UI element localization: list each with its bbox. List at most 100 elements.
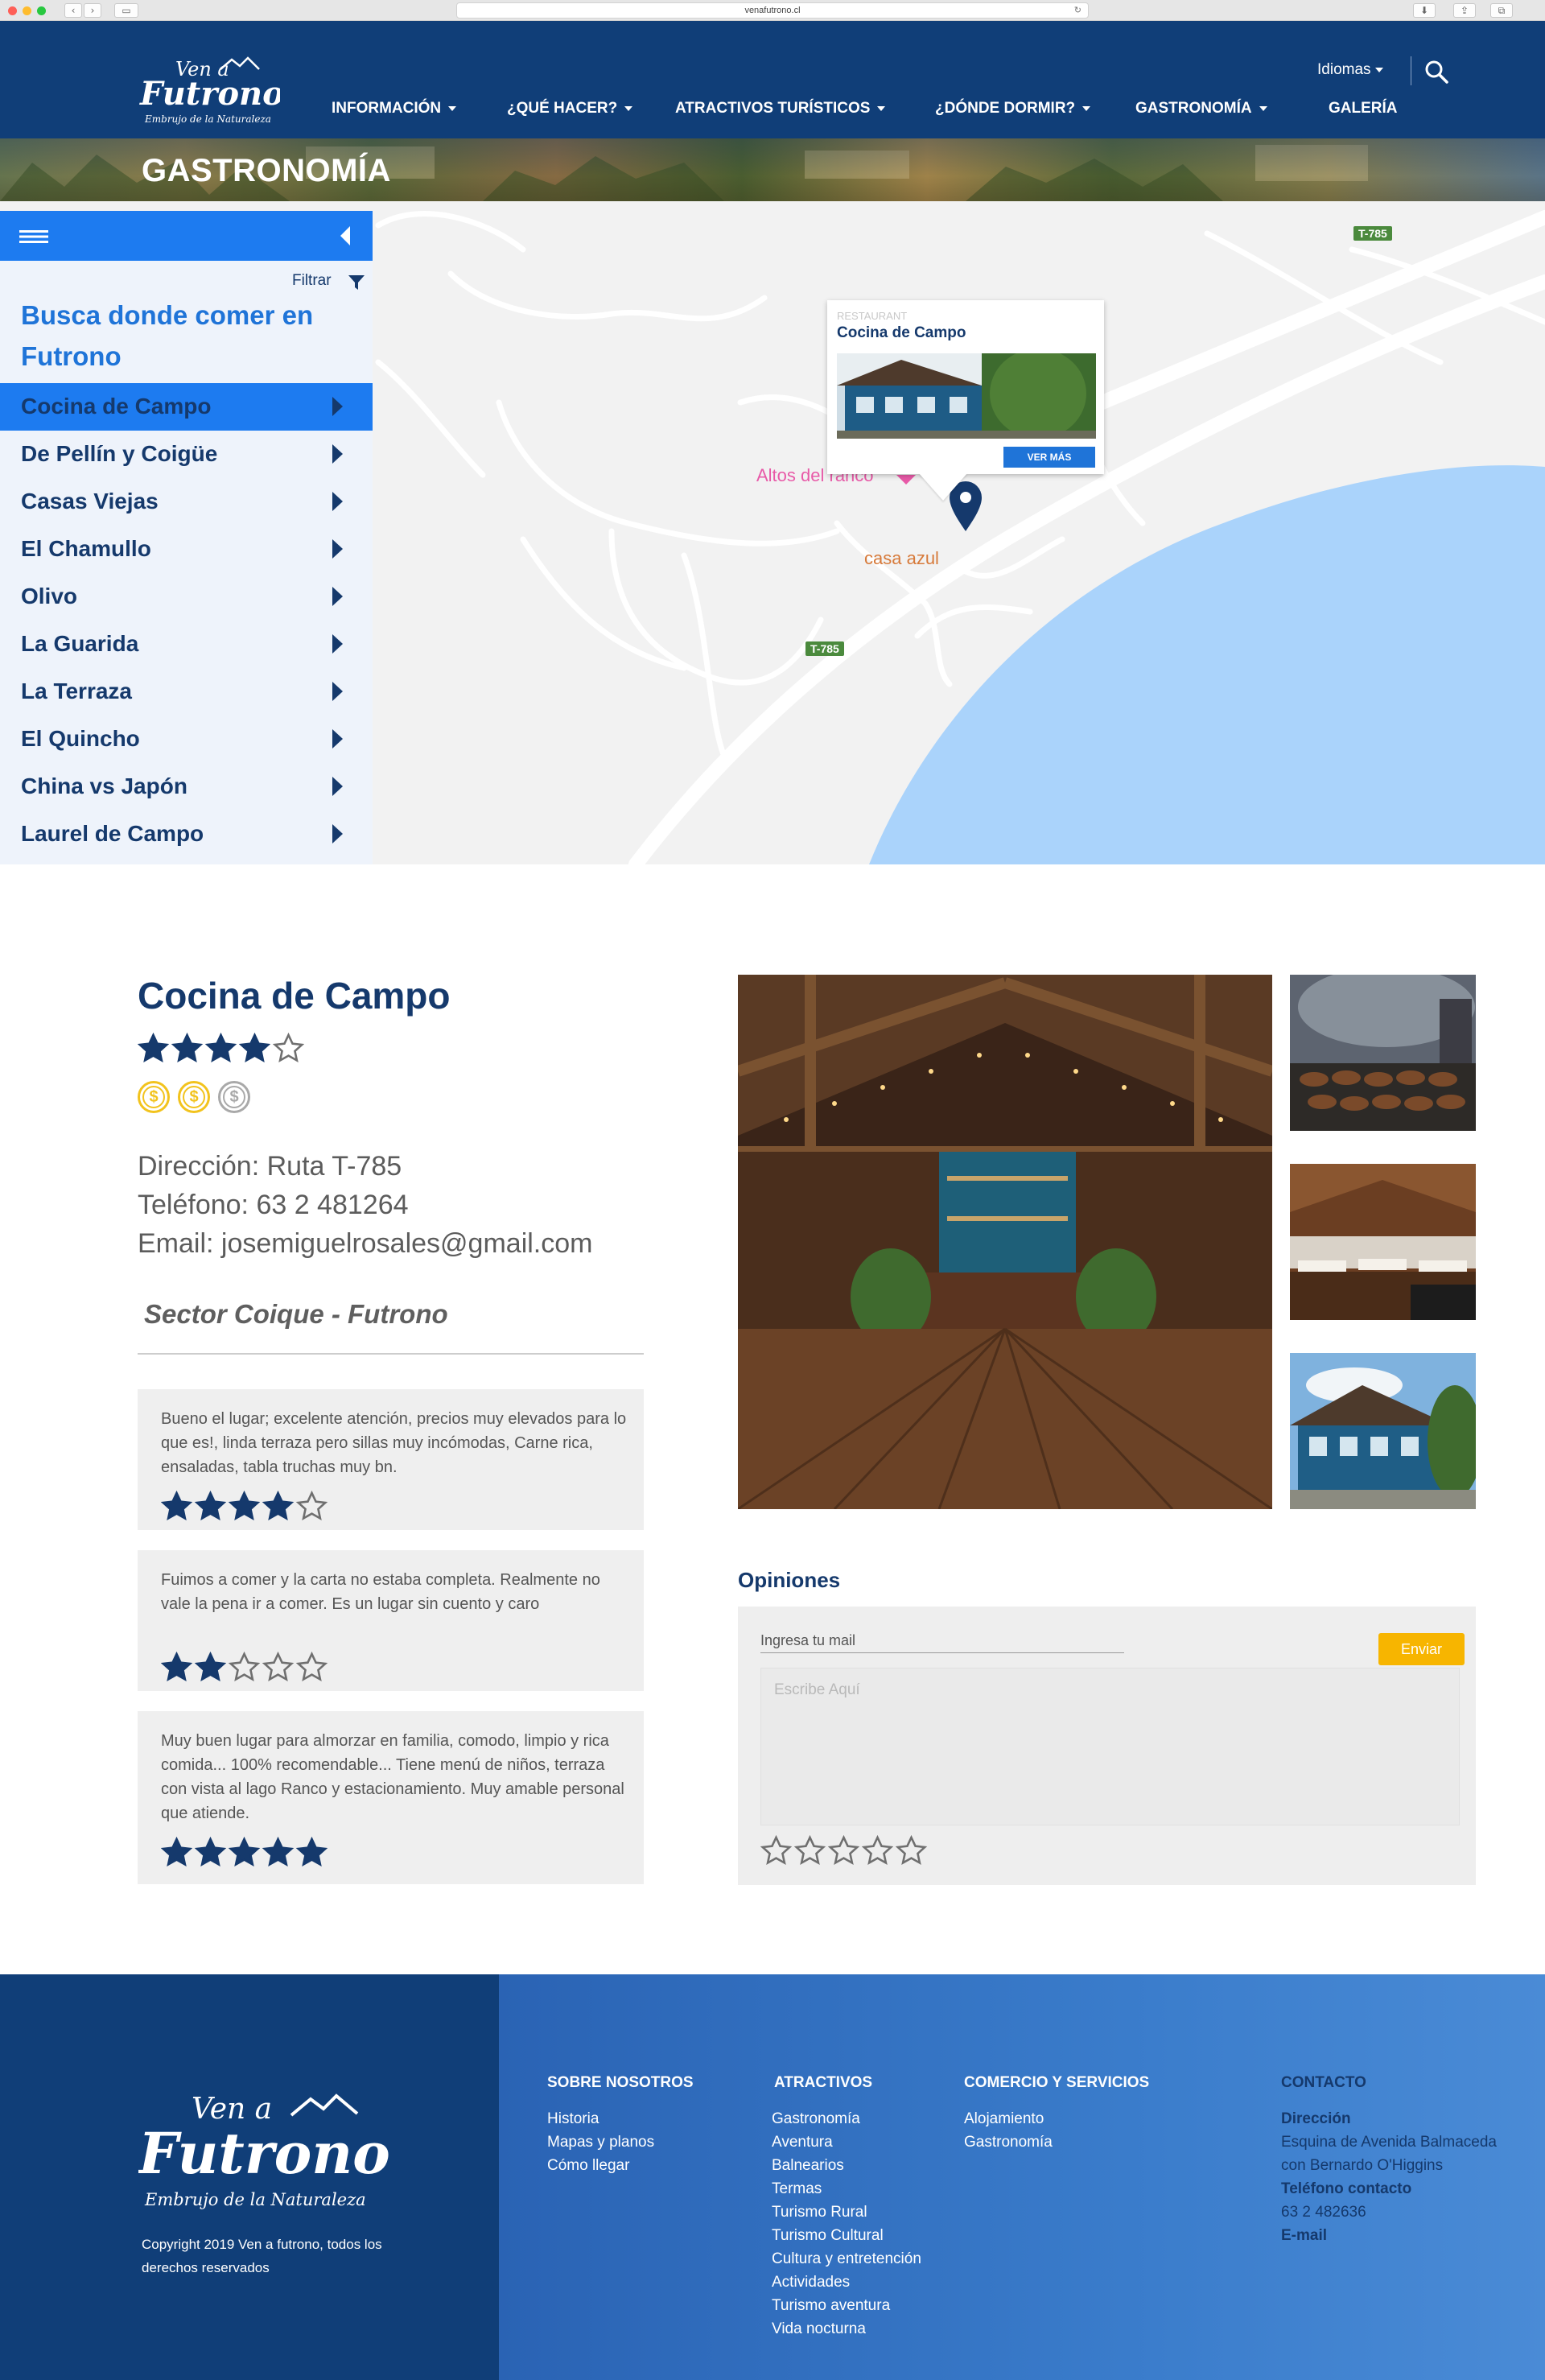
close-window-icon[interactable] — [8, 6, 17, 15]
gallery-thumb-grill[interactable] — [1290, 975, 1476, 1131]
back-icon[interactable]: ‹ — [64, 3, 82, 18]
nav-atractivos-turisticos[interactable]: ATRACTIVOS TURÍSTICOS — [675, 100, 886, 118]
sidebar-item[interactable]: Casas Viejas — [0, 478, 373, 526]
contact-email-link[interactable]: E-mail — [1281, 2224, 1498, 2247]
zoom-window-icon[interactable] — [37, 6, 46, 15]
road-label: T-785 — [805, 641, 844, 656]
sidebar-item[interactable]: La Terraza — [0, 668, 373, 716]
footer-link[interactable]: Actividades — [772, 2271, 921, 2294]
nav-gastronomia[interactable]: GASTRONOMÍA — [1135, 100, 1267, 118]
nav-que-hacer[interactable]: ¿QUÉ HACER? — [507, 100, 633, 118]
send-button[interactable]: Enviar — [1378, 1633, 1465, 1665]
star-empty-icon[interactable] — [862, 1835, 893, 1866]
filter-label[interactable]: Filtrar — [292, 272, 332, 290]
restaurant-sidebar: Filtrar Busca donde comer en Futrono Coc… — [0, 211, 373, 864]
review-card: Bueno el lugar; excelente atención, prec… — [138, 1389, 644, 1530]
footer-link[interactable]: Vida nocturna — [772, 2317, 921, 2341]
address-bar-url: venafutrono.cl — [744, 6, 801, 15]
star-filled-icon — [161, 1491, 192, 1520]
nav-donde-dormir[interactable]: ¿DÓNDE DORMIR? — [935, 100, 1091, 118]
footer-link[interactable]: Alojamiento — [964, 2107, 1053, 2130]
site-logo[interactable]: Ven a Futrono Embrujo de la Naturaleza — [138, 52, 284, 129]
sidebar-item[interactable]: China vs Japón — [0, 763, 373, 811]
collapse-sidebar-icon[interactable] — [340, 226, 350, 245]
contact-phone[interactable]: 63 2 482636 — [1281, 2201, 1498, 2224]
nav-informacion[interactable]: INFORMACIÓN — [332, 100, 457, 118]
footer-link[interactable]: Cultura y entretención — [772, 2247, 921, 2271]
filter-icon[interactable] — [348, 274, 365, 291]
star-empty-icon[interactable] — [794, 1835, 826, 1866]
popup-category: RESTAURANT — [837, 310, 908, 322]
footer-link-list: Alojamiento Gastronomía — [964, 2107, 1053, 2154]
sidebar-item-label: De Pellín y Coigüe — [21, 441, 218, 466]
chevron-down-icon — [1259, 105, 1267, 111]
chevron-down-icon — [1082, 105, 1091, 111]
restaurant-rating — [138, 1033, 304, 1064]
poi-label-casa-azul[interactable]: casa azul — [864, 548, 939, 569]
sidebar-item[interactable]: De Pellín y Coigüe — [0, 431, 373, 478]
chevron-right-icon — [332, 492, 343, 511]
restaurant-sector: Sector Coique - Futrono — [144, 1299, 448, 1329]
opinion-rating-input[interactable] — [760, 1835, 927, 1866]
forward-icon[interactable]: › — [84, 3, 101, 18]
restaurant-email[interactable]: Email: josemiguelrosales@gmail.com — [138, 1228, 592, 1260]
popup-title: Cocina de Campo — [837, 324, 966, 341]
nav-label: GASTRONOMÍA — [1135, 100, 1252, 117]
footer-link[interactable]: Cómo llegar — [547, 2154, 654, 2177]
email-field[interactable] — [760, 1627, 1124, 1653]
svg-text:Futrono: Futrono — [138, 2120, 390, 2187]
restaurant-phone[interactable]: Teléfono: 63 2 481264 — [138, 1190, 409, 1221]
opinion-textarea[interactable] — [760, 1668, 1460, 1825]
minimize-window-icon[interactable] — [23, 6, 31, 15]
gallery-thumb-exterior[interactable] — [1290, 1353, 1476, 1509]
star-empty-icon[interactable] — [896, 1835, 927, 1866]
chevron-right-icon — [332, 824, 343, 844]
page-title: GASTRONOMÍA — [142, 153, 391, 188]
footer-link[interactable]: Turismo Rural — [772, 2201, 921, 2224]
footer-link[interactable]: Aventura — [772, 2130, 921, 2154]
svg-text:Embrujo de la Naturaleza: Embrujo de la Naturaleza — [144, 113, 271, 125]
footer-link[interactable]: Termas — [772, 2177, 921, 2201]
tabs-icon[interactable]: ⧉ — [1490, 3, 1513, 18]
footer-contact-list: Dirección Esquina de Avenida Balmaceda c… — [1281, 2107, 1498, 2247]
star-empty-icon[interactable] — [828, 1835, 859, 1866]
footer-link[interactable]: Historia — [547, 2107, 654, 2130]
footer-link[interactable]: Turismo aventura — [772, 2294, 921, 2317]
gallery-main-photo[interactable] — [738, 975, 1272, 1509]
sidebar-toggle-icon[interactable]: ▭ — [114, 3, 138, 18]
search-icon[interactable] — [1424, 60, 1448, 84]
address-bar[interactable]: venafutrono.cl ↻ — [456, 2, 1089, 19]
footer-link[interactable]: Turismo Cultural — [772, 2224, 921, 2247]
contact-address-title: Dirección — [1281, 2110, 1351, 2127]
sidebar-item[interactable]: El Quincho — [0, 716, 373, 763]
nav-galeria[interactable]: GALERÍA — [1329, 100, 1398, 118]
footer-col-title: ATRACTIVOS — [774, 2074, 873, 2091]
sidebar-item[interactable]: Olivo — [0, 573, 373, 621]
share-icon[interactable]: ⇪ — [1453, 3, 1476, 18]
page-banner: GASTRONOMÍA — [0, 138, 1545, 201]
reload-icon[interactable]: ↻ — [1074, 3, 1082, 18]
sidebar-item[interactable]: Laurel de Campo — [0, 811, 373, 858]
language-selector[interactable]: Idiomas — [1317, 61, 1383, 79]
star-empty-icon — [262, 1652, 294, 1681]
sidebar-item[interactable]: El Chamullo — [0, 526, 373, 573]
download-icon[interactable]: ⬇ — [1413, 3, 1436, 18]
footer-link[interactable]: Mapas y planos — [547, 2130, 654, 2154]
chevron-right-icon — [332, 682, 343, 701]
logo-mark: Ven a Futrono Embrujo de la Naturaleza — [139, 56, 284, 125]
popup-ver-mas-button[interactable]: VER MÁS — [1003, 447, 1095, 468]
footer-logo[interactable]: Ven a Futrono Embrujo de la Naturaleza — [137, 2088, 396, 2212]
photo-exterior — [1290, 1353, 1476, 1509]
sidebar-item[interactable]: La Guarida — [0, 621, 373, 668]
menu-icon[interactable] — [19, 230, 48, 243]
popup-photo — [837, 353, 1096, 439]
footer-link[interactable]: Gastronomía — [964, 2130, 1053, 2154]
chevron-right-icon — [332, 777, 343, 796]
sidebar-item[interactable]: Cocina de Campo — [0, 383, 373, 431]
review-rating — [161, 1652, 328, 1683]
star-empty-icon[interactable] — [760, 1835, 792, 1866]
language-label: Idiomas — [1317, 61, 1371, 78]
footer-link[interactable]: Balnearios — [772, 2154, 921, 2177]
footer-link[interactable]: Gastronomía — [772, 2107, 921, 2130]
gallery-thumb-dining-hall[interactable] — [1290, 1164, 1476, 1320]
